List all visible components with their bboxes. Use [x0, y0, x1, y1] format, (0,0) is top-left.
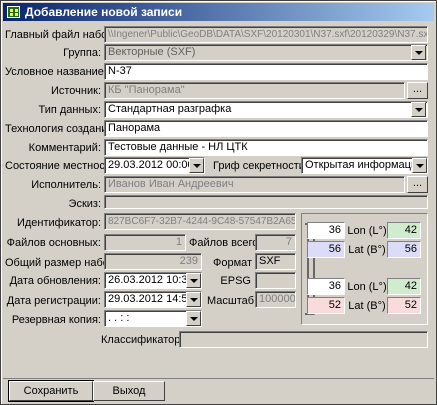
reg-date-chevron-down-icon[interactable]	[186, 292, 201, 307]
executor-browse-button[interactable]: ...	[407, 176, 428, 193]
bottom-lon-deg-field[interactable]: 36	[307, 278, 345, 295]
format-label: Формат	[213, 257, 253, 269]
group-dropdown-chevron-down-icon[interactable]	[411, 45, 426, 60]
identifier-field[interactable]: 827BC6F7-32B7-4244-9C48-57547B2A657F	[104, 213, 296, 230]
comment-input[interactable]: Тестовые данные - НЛ ЦТК	[104, 139, 428, 156]
files-total-field: 7	[255, 234, 296, 251]
bottom-lat-label: Lat (B°)	[348, 300, 386, 312]
bottom-lat-value-field[interactable]: 52	[387, 297, 421, 314]
main-file-label: Главный файл набора:	[5, 29, 123, 41]
sketch-field	[104, 195, 428, 209]
epsg-field	[255, 272, 296, 289]
conditional-name-input[interactable]: N-37	[104, 63, 428, 80]
data-type-chevron-down-icon[interactable]	[411, 102, 426, 117]
scale-label: Масштаб	[207, 295, 255, 307]
files-main-field: 1	[104, 234, 186, 251]
secrecy-chevron-down-icon[interactable]	[412, 158, 427, 173]
main-file-field[interactable]: \\Ingener\Public\GeoDB\DATA\SXF\20120301…	[104, 26, 428, 43]
terrain-state-chevron-down-icon[interactable]	[189, 158, 204, 173]
update-date-label: Дата обновления:	[9, 275, 101, 287]
top-lat-deg-field[interactable]: 56	[307, 241, 345, 258]
data-type-label: Тип данных:	[38, 104, 101, 116]
identifier-label: Идентификатор:	[16, 217, 101, 229]
dialog-window: Добавление новой записи Главный файл наб…	[0, 0, 437, 405]
top-lon-deg-field[interactable]: 36	[307, 222, 345, 239]
group-select[interactable]: Векторные (SXF)	[104, 44, 428, 61]
bottom-lon-value-field[interactable]: 42	[387, 278, 421, 295]
top-lon-label: Lon (L°)	[347, 225, 387, 237]
total-size-label: Общий размер набора:	[5, 257, 125, 269]
epsg-label: EPSG	[220, 275, 251, 287]
group-label: Группа:	[63, 47, 101, 59]
secrecy-select[interactable]: Открытая информация	[301, 157, 428, 174]
top-lat-label: Lat (B°)	[348, 244, 386, 256]
executor-label: Исполнитель:	[31, 179, 101, 191]
scale-field: 1000000	[255, 291, 296, 308]
source-label: Источник:	[50, 85, 101, 97]
backup-label: Резервная копия:	[11, 314, 101, 326]
technology-input[interactable]: Панорама	[104, 120, 428, 137]
save-button[interactable]: Сохранить	[8, 380, 94, 402]
conditional-name-label: Условное название:	[5, 66, 107, 78]
app-icon	[7, 6, 20, 18]
total-size-field: 239	[104, 253, 202, 270]
classifier-field[interactable]	[179, 331, 428, 348]
format-field: SXF	[255, 253, 296, 270]
top-lat-value-field[interactable]: 56	[387, 241, 421, 258]
backup-chevron-down-icon[interactable]	[186, 311, 201, 326]
title-bar: Добавление новой записи	[3, 3, 434, 21]
comment-label: Комментарий:	[28, 142, 101, 154]
bottom-lon-label: Lon (L°)	[347, 281, 387, 293]
executor-field[interactable]: Иванов Иван Андреевич	[104, 176, 405, 193]
files-total-label: Файлов всего:	[189, 237, 262, 249]
update-date-chevron-down-icon[interactable]	[186, 273, 201, 288]
reg-date-label: Дата регистрации:	[6, 295, 101, 307]
source-field[interactable]: КБ "Панорама"	[104, 82, 405, 99]
sketch-label: Эскиз:	[68, 198, 101, 210]
bottom-lat-deg-field[interactable]: 52	[307, 297, 345, 314]
terrain-state-label: Состояние местности:	[5, 160, 120, 172]
data-type-select[interactable]: Стандартная разграфка	[104, 101, 428, 118]
secrecy-label: Гриф секретности:	[213, 160, 308, 172]
top-lon-value-field[interactable]: 42	[387, 222, 421, 239]
files-main-label: Файлов основных:	[6, 237, 101, 249]
source-browse-button[interactable]: ...	[407, 82, 428, 99]
exit-button[interactable]: Выход	[93, 381, 165, 401]
window-title: Добавление новой записи	[25, 5, 183, 19]
classifier-label: Классификатор:	[101, 334, 184, 346]
technology-label: Технология создания:	[5, 123, 117, 135]
